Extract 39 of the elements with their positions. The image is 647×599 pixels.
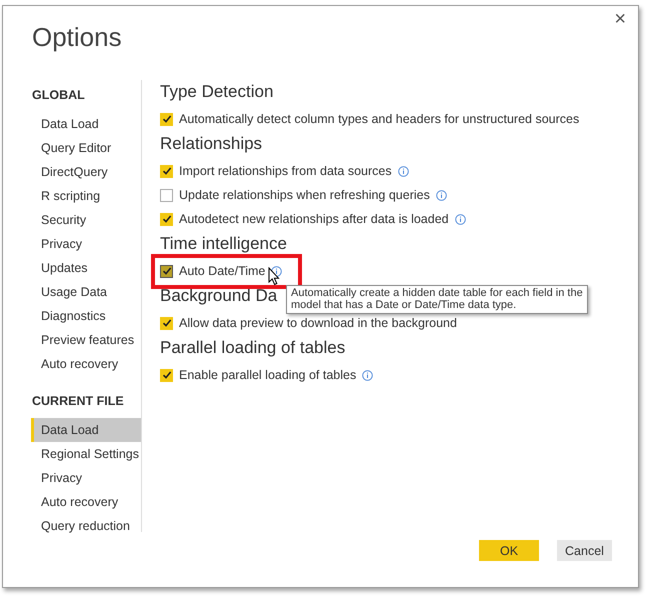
sidebar-item[interactable]: Data Load <box>31 418 141 442</box>
sidebar-item[interactable]: Privacy <box>31 232 141 256</box>
option-label: Update relationships when refreshing queries <box>179 188 430 202</box>
option-label: Allow data preview to download in the background <box>179 316 457 330</box>
cancel-button[interactable]: Cancel <box>557 540 612 561</box>
option-label: Autodetect new relationships after data is loaded <box>179 212 449 226</box>
sidebar-item[interactable]: Auto recovery <box>31 490 141 514</box>
tooltip: Automatically create a hidden date table for each field in the model that has a Date or Date/Time data type. <box>286 285 588 314</box>
checkbox[interactable] <box>160 188 173 202</box>
sidebar-item[interactable]: Regional Settings <box>31 442 141 466</box>
section-heading: Relationships <box>160 134 262 154</box>
sidebar-item[interactable]: Query Editor <box>31 136 141 160</box>
option-label: Auto Date/Time <box>179 264 266 278</box>
sidebar-item[interactable]: Diagnostics <box>31 304 141 328</box>
sidebar-item[interactable]: Query reduction <box>31 514 141 538</box>
cursor-icon <box>268 267 280 286</box>
sidebar-item[interactable]: Data Load <box>31 112 141 136</box>
info-icon[interactable] <box>271 266 282 276</box>
sidebar-item[interactable]: R scripting <box>31 184 141 208</box>
sidebar-item[interactable]: DirectQuery <box>31 160 141 184</box>
sidebar-item[interactable]: Updates <box>31 256 141 280</box>
window-title: Options <box>32 22 123 54</box>
section-heading: Background Da <box>160 286 278 306</box>
sidebar-item[interactable]: Usage Data <box>31 280 141 304</box>
sidebar-heading: CURRENT FILE <box>32 394 125 408</box>
sidebar-item[interactable]: Privacy <box>31 466 141 490</box>
option-label: Enable parallel loading of tables <box>179 368 356 382</box>
sidebar-item[interactable]: Security <box>31 208 141 232</box>
sidebar-item[interactable]: Preview features <box>31 328 141 352</box>
sidebar-item[interactable]: Auto recovery <box>31 352 141 376</box>
close-button[interactable]: × <box>610 8 630 31</box>
section-heading: Time intelligence <box>160 234 287 254</box>
option-label: Import relationships from data sources <box>179 164 392 178</box>
option-label: Automatically detect column types and headers for unstructured sources <box>179 112 580 126</box>
section-heading: Parallel loading of tables <box>160 338 346 358</box>
sidebar-heading: GLOBAL <box>32 88 86 102</box>
checkbox[interactable] <box>160 264 173 278</box>
ok-button[interactable]: OK <box>479 540 539 561</box>
section-heading: Type Detection <box>160 82 274 102</box>
